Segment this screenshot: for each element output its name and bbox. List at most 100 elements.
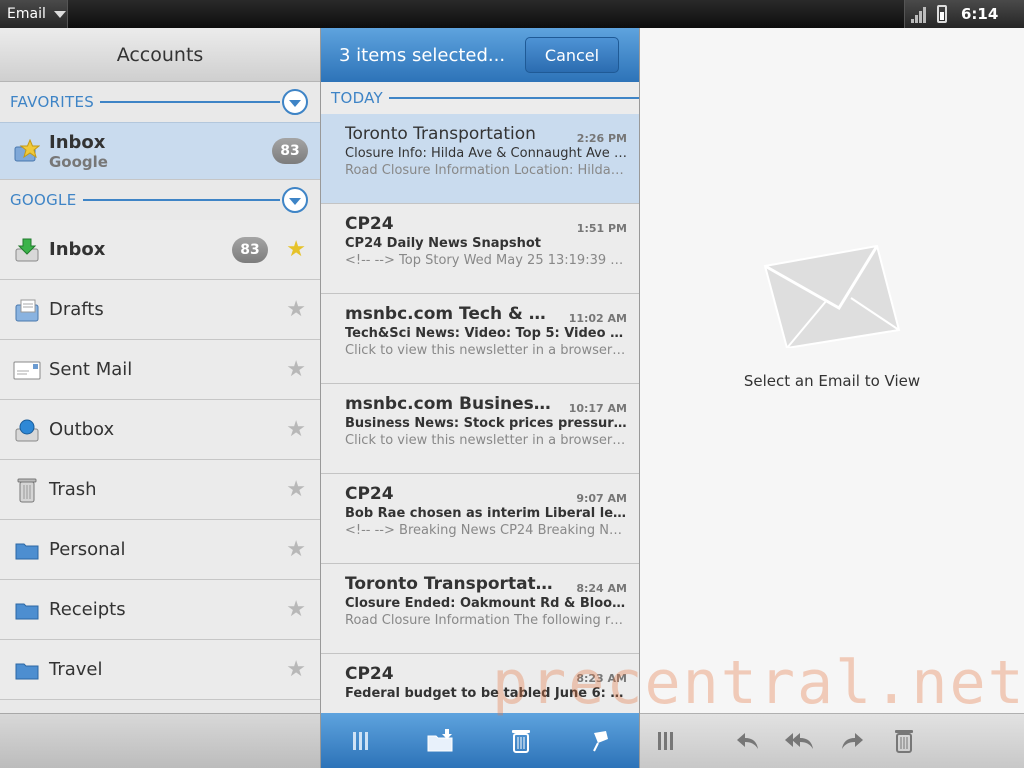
message-sender: msnbc.com Business News xyxy=(345,394,555,414)
star-icon[interactable]: ★ xyxy=(286,477,306,502)
system-status[interactable]: 6:14 xyxy=(904,0,1024,28)
message-subject: Business News: Stock prices pressured by… xyxy=(345,416,627,431)
accounts-title: Accounts xyxy=(116,43,204,66)
message-row[interactable]: CP24 1:51 PM CP24 Daily News Snapshot <!-- … xyxy=(321,204,639,294)
favorite-inbox[interactable]: Inbox Google 83 xyxy=(0,122,320,180)
folder-travel[interactable]: Travel ★ xyxy=(0,640,320,700)
message-sender: Toronto Transportation xyxy=(345,574,555,594)
message-row[interactable]: Toronto Transportation 8:24 AM Closure End… xyxy=(321,564,639,654)
message-time: 9:07 AM xyxy=(576,492,627,505)
folder-label: Drafts xyxy=(49,299,104,320)
envelope-icon xyxy=(757,238,907,352)
forward-icon[interactable] xyxy=(834,723,870,759)
accounts-header: Accounts xyxy=(0,28,320,82)
trash-icon[interactable] xyxy=(503,723,539,759)
status-bar: Email 6:14 xyxy=(0,0,1024,28)
star-icon[interactable]: ★ xyxy=(286,417,306,442)
message-subject: CP24 Daily News Snapshot xyxy=(345,236,541,251)
message-subject: Closure Ended: Oakmount Rd & Bloor St W … xyxy=(345,596,627,611)
message-preview: <!-- --> Breaking News CP24 Breaking New… xyxy=(345,523,627,538)
folder-label: Outbox xyxy=(49,419,115,440)
favorite-inbox-icon xyxy=(13,137,41,165)
outbox-icon xyxy=(13,416,41,444)
google-label: GOOGLE xyxy=(10,191,77,209)
message-sender: msnbc.com Tech & Scienc... xyxy=(345,304,555,324)
favorite-inbox-account: Google xyxy=(49,152,108,171)
message-time: 10:17 AM xyxy=(568,402,627,415)
app-menu[interactable]: Email xyxy=(0,0,68,28)
today-divider: TODAY xyxy=(321,82,639,114)
message-preview: Road Closure Information The following r… xyxy=(345,613,627,628)
message-row[interactable]: msnbc.com Business News 10:17 AMBusiness … xyxy=(321,384,639,474)
message-row[interactable]: CP24 9:07 AM Bob Rae chosen as interim Lib… xyxy=(321,474,639,564)
message-subject: Closure Info: Hilda Ave & Connaught Ave … xyxy=(345,146,627,161)
sent-mail-icon xyxy=(13,356,41,384)
inbox-icon xyxy=(13,236,41,264)
folder-sent-mail[interactable]: Sent Mail ★ xyxy=(0,340,320,400)
drag-handle-icon[interactable] xyxy=(343,723,379,759)
move-to-folder-icon[interactable] xyxy=(423,723,459,759)
favorites-label: FAVORITES xyxy=(10,93,95,111)
message-sender: CP24 xyxy=(345,214,394,234)
star-icon[interactable]: ★ xyxy=(286,537,306,562)
message-preview: Click to view this newsletter in a brows… xyxy=(345,433,627,448)
trash-icon[interactable] xyxy=(886,723,922,759)
message-time: 8:23 AM xyxy=(576,672,627,685)
message-preview: <!-- --> Top Story Wed May 25 13:19:39 E… xyxy=(345,253,627,268)
empty-viewer-label: Select an Email to View xyxy=(743,372,921,390)
folder-personal[interactable]: Personal ★ xyxy=(0,520,320,580)
message-subject: Tech&Sci News: Video: Top 5: Video game … xyxy=(345,326,627,341)
app-name: Email xyxy=(7,6,46,22)
star-icon[interactable]: ★ xyxy=(286,237,306,262)
message-preview: Road Closure Information Location: Hilda… xyxy=(345,163,627,178)
message-list-toolbar xyxy=(321,713,639,768)
reply-all-icon[interactable] xyxy=(782,723,818,759)
clock: 6:14 xyxy=(961,5,999,23)
favorites-collapse-toggle[interactable] xyxy=(282,89,308,115)
signal-icon xyxy=(911,5,927,23)
battery-icon xyxy=(937,5,947,23)
selection-count: 3 items selected... xyxy=(339,44,506,66)
message-time: 8:24 AM xyxy=(576,582,627,595)
google-collapse-toggle[interactable] xyxy=(282,187,308,213)
message-list-pane: 3 items selected... Cancel TODAY Toronto… xyxy=(320,28,640,768)
flag-icon[interactable] xyxy=(583,723,619,759)
message-sender: CP24 xyxy=(345,484,394,504)
folder-drafts[interactable]: Drafts ★ xyxy=(0,280,320,340)
star-icon[interactable]: ★ xyxy=(286,297,306,322)
drafts-icon xyxy=(13,296,41,324)
drag-handle-icon[interactable] xyxy=(648,723,684,759)
message-list: Toronto Transportation 2:26 PM Closure Inf… xyxy=(321,114,639,744)
selection-header: 3 items selected... Cancel xyxy=(321,28,639,82)
star-icon[interactable]: ★ xyxy=(286,597,306,622)
message-time: 2:26 PM xyxy=(576,132,627,145)
star-icon[interactable]: ★ xyxy=(286,357,306,382)
today-label: TODAY xyxy=(331,89,384,107)
folder-inbox[interactable]: Inbox 83 ★ xyxy=(0,220,320,280)
message-row[interactable]: Toronto Transportation 2:26 PM Closure Inf… xyxy=(321,114,639,204)
reply-icon[interactable] xyxy=(730,723,766,759)
unread-count-badge: 83 xyxy=(232,236,268,263)
favorites-divider: FAVORITES xyxy=(0,82,320,122)
message-subject: Federal budget to be tabled June 6: Flah… xyxy=(345,686,627,701)
message-row[interactable]: msnbc.com Tech & Scienc... 11:02 AMTech&S… xyxy=(321,294,639,384)
empty-viewer: Select an Email to View xyxy=(640,238,1024,390)
accounts-toolbar xyxy=(0,713,320,768)
folder-icon xyxy=(13,596,41,624)
folder-icon xyxy=(13,656,41,684)
folder-trash[interactable]: Trash ★ xyxy=(0,460,320,520)
folder-icon xyxy=(13,536,41,564)
folder-label: Inbox xyxy=(49,239,106,260)
viewer-toolbar xyxy=(640,713,1024,768)
message-preview: Click to view this newsletter in a brows… xyxy=(345,343,627,358)
folder-label: Receipts xyxy=(49,599,126,620)
message-time: 1:51 PM xyxy=(576,222,627,235)
unread-count-badge: 83 xyxy=(272,138,308,164)
folder-outbox[interactable]: Outbox ★ xyxy=(0,400,320,460)
favorite-inbox-label: Inbox xyxy=(49,131,106,153)
trash-icon xyxy=(13,476,41,504)
cancel-button[interactable]: Cancel xyxy=(525,37,619,73)
message-sender: CP24 xyxy=(345,664,394,684)
star-icon[interactable]: ★ xyxy=(286,657,306,682)
folder-receipts[interactable]: Receipts ★ xyxy=(0,580,320,640)
